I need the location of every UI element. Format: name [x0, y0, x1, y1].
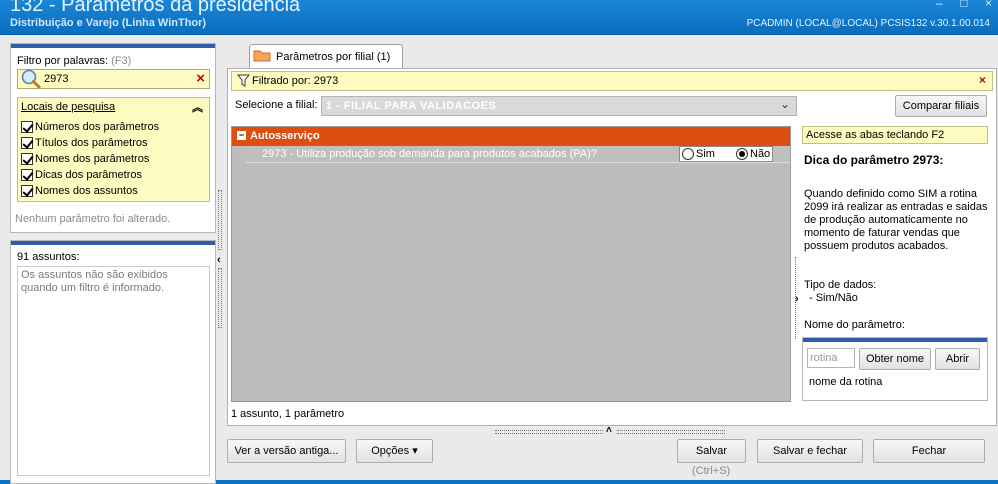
checkbox-numeros[interactable]: Números dos parâmetros [21, 119, 159, 134]
param-value-radio-group: Sim Não [679, 146, 773, 162]
group-title: Autosserviço [250, 130, 320, 142]
save-button[interactable]: Salvar [677, 439, 746, 463]
user-info: PCADMIN (LOCAL@LOCAL) PCSIS132 v.30.1.00… [746, 18, 990, 29]
search-icon [21, 69, 41, 89]
checkbox-icon[interactable] [21, 168, 33, 181]
save-and-close-button[interactable]: Salvar e fechar [757, 439, 863, 463]
search-input[interactable]: 2973 × [17, 69, 210, 89]
filter-panel: Filtro por palavras: (F3) 2973 × Locais … [10, 43, 216, 233]
filial-label: Selecione a filial: [235, 99, 318, 111]
rotina-name: nome da rotina [809, 376, 883, 388]
clear-search-icon[interactable]: × [196, 70, 205, 88]
chevron-left-icon[interactable]: ‹ [217, 254, 221, 266]
main-panel: Filtrado por: 2973 × Selecione a filial:… [227, 68, 997, 426]
checkbox-nomes[interactable]: Nomes dos parâmetros [21, 151, 149, 166]
filter-shortcut: (F3) [111, 55, 132, 67]
panel-topbar [11, 44, 215, 48]
abrir-button[interactable]: Abrir [935, 348, 980, 370]
chevron-down-icon[interactable]: ⌄ [780, 97, 790, 111]
panel-topbar [803, 338, 987, 342]
close-window-icon[interactable]: × [985, 0, 992, 10]
title-bar: 132 - Parâmetros da presidência Distribu… [0, 0, 998, 34]
save-shortcut: (Ctrl+S) [692, 465, 731, 477]
filter-label-text: Filtro por palavras: [17, 55, 109, 67]
routine-lookup-box: rotina Obter nome Abrir nome da rotina [802, 337, 988, 401]
assuntos-panel: 91 assuntos: Os assuntos não são exibido… [10, 240, 216, 484]
assuntos-message: Os assuntos não são exibidos quando um f… [21, 269, 168, 294]
filter-icon [237, 74, 250, 87]
close-button[interactable]: Fechar [873, 439, 985, 463]
window-subtitle: Distribuição e Varejo (Linha WinThor) [10, 17, 207, 29]
radio-nao[interactable] [736, 148, 748, 160]
data-type-label: Tipo de dados: [804, 279, 877, 291]
checkbox-label: Dicas dos parâmetros [35, 168, 142, 181]
chevron-up-icon[interactable]: ︽ [192, 99, 203, 115]
folder-icon [253, 50, 271, 62]
checkbox-label: Nomes dos assuntos [35, 184, 138, 197]
assuntos-count: 91 assuntos: [17, 251, 80, 263]
checkbox-label: Números dos parâmetros [35, 120, 160, 133]
checkbox-titulos[interactable]: Títulos dos parâmetros [21, 135, 148, 150]
chevron-up-icon[interactable]: ˄ [606, 425, 612, 436]
minimize-icon[interactable]: – [936, 0, 943, 10]
hint-text: Acesse as abas teclando F2 [806, 129, 945, 141]
checkbox-icon[interactable] [21, 152, 33, 165]
search-value: 2973 [44, 73, 69, 85]
parameters-grid: − Autosserviço 2973 - Utiliza produção s… [231, 126, 791, 402]
tip-title: Dica do parâmetro 2973: [804, 153, 944, 167]
window-title: 132 - Parâmetros da presidência [10, 0, 301, 16]
radio-nao-label: Não [750, 148, 771, 160]
param-text: 2973 - Utiliza produção sob demanda para… [262, 148, 597, 160]
checkbox-icon[interactable] [21, 184, 33, 197]
window-controls: – □ × [936, 0, 992, 10]
obter-nome-button[interactable]: Obter nome [859, 348, 931, 370]
panel-topbar [11, 241, 215, 245]
search-locations-title: Locais de pesquisa [21, 101, 116, 113]
horizontal-splitter[interactable]: ˄ [495, 425, 725, 436]
filtered-text: Filtrado por: 2973 [252, 75, 339, 87]
maximize-icon[interactable]: □ [960, 0, 967, 10]
filtered-bar: Filtrado por: 2973 × [231, 71, 993, 91]
splitter-grip [218, 190, 222, 250]
checkbox-icon[interactable] [21, 120, 33, 133]
splitter-grip [495, 430, 603, 434]
checkbox-dicas[interactable]: Dicas dos parâmetros [21, 167, 142, 182]
group-header[interactable]: − Autosserviço [232, 127, 790, 146]
assuntos-list[interactable]: Os assuntos não são exibidos quando um f… [17, 266, 210, 476]
status-text: 1 assunto, 1 parâmetro [231, 408, 345, 420]
filial-select[interactable]: 1 - FILIAL PARA VALIDACOES ⌄ [321, 96, 797, 116]
client-area: Filtro por palavras: (F3) 2973 × Locais … [0, 34, 998, 484]
hint-bar: Acesse as abas teclando F2 [802, 126, 988, 144]
rotina-input[interactable]: rotina [807, 348, 855, 368]
tip-body: Quando definido como SIM a rotina 2099 i… [804, 188, 988, 252]
param-name-label: Nome do parâmetro: [804, 319, 905, 331]
options-button[interactable]: Opções ▾ [356, 439, 433, 463]
checkbox-label: Títulos dos parâmetros [35, 136, 148, 149]
checkbox-icon[interactable] [21, 136, 33, 149]
compare-filiais-button[interactable]: Comparar filiais [895, 95, 987, 117]
data-type-value: - Sim/Não [809, 292, 858, 304]
filial-value: 1 - FILIAL PARA VALIDACOES [326, 100, 497, 112]
search-locations-box: Locais de pesquisa ︽ Números dos parâmet… [17, 97, 210, 202]
clear-filter-icon[interactable]: × [979, 73, 986, 87]
radio-sim-label: Sim [696, 148, 715, 160]
vertical-splitter[interactable]: ‹ [217, 190, 225, 330]
no-change-message: Nenhum parâmetro foi alterado. [15, 213, 171, 225]
collapse-icon[interactable]: − [237, 131, 246, 140]
old-version-button[interactable]: Ver a versão antiga... [227, 439, 346, 463]
table-row[interactable]: 2973 - Utiliza produção sob demanda para… [246, 146, 790, 163]
radio-sim[interactable] [682, 148, 694, 160]
chevron-right-icon[interactable]: › [795, 293, 799, 305]
tab-parametros-por-filial[interactable]: Parâmetros por filial (1) [249, 44, 403, 68]
checkbox-assuntos[interactable]: Nomes dos assuntos [21, 183, 138, 198]
tab-label: Parâmetros por filial (1) [276, 51, 391, 63]
splitter-grip [617, 430, 725, 434]
filter-label: Filtro por palavras: (F3) [17, 55, 131, 67]
checkbox-label: Nomes dos parâmetros [35, 152, 150, 165]
splitter-grip [218, 268, 222, 328]
